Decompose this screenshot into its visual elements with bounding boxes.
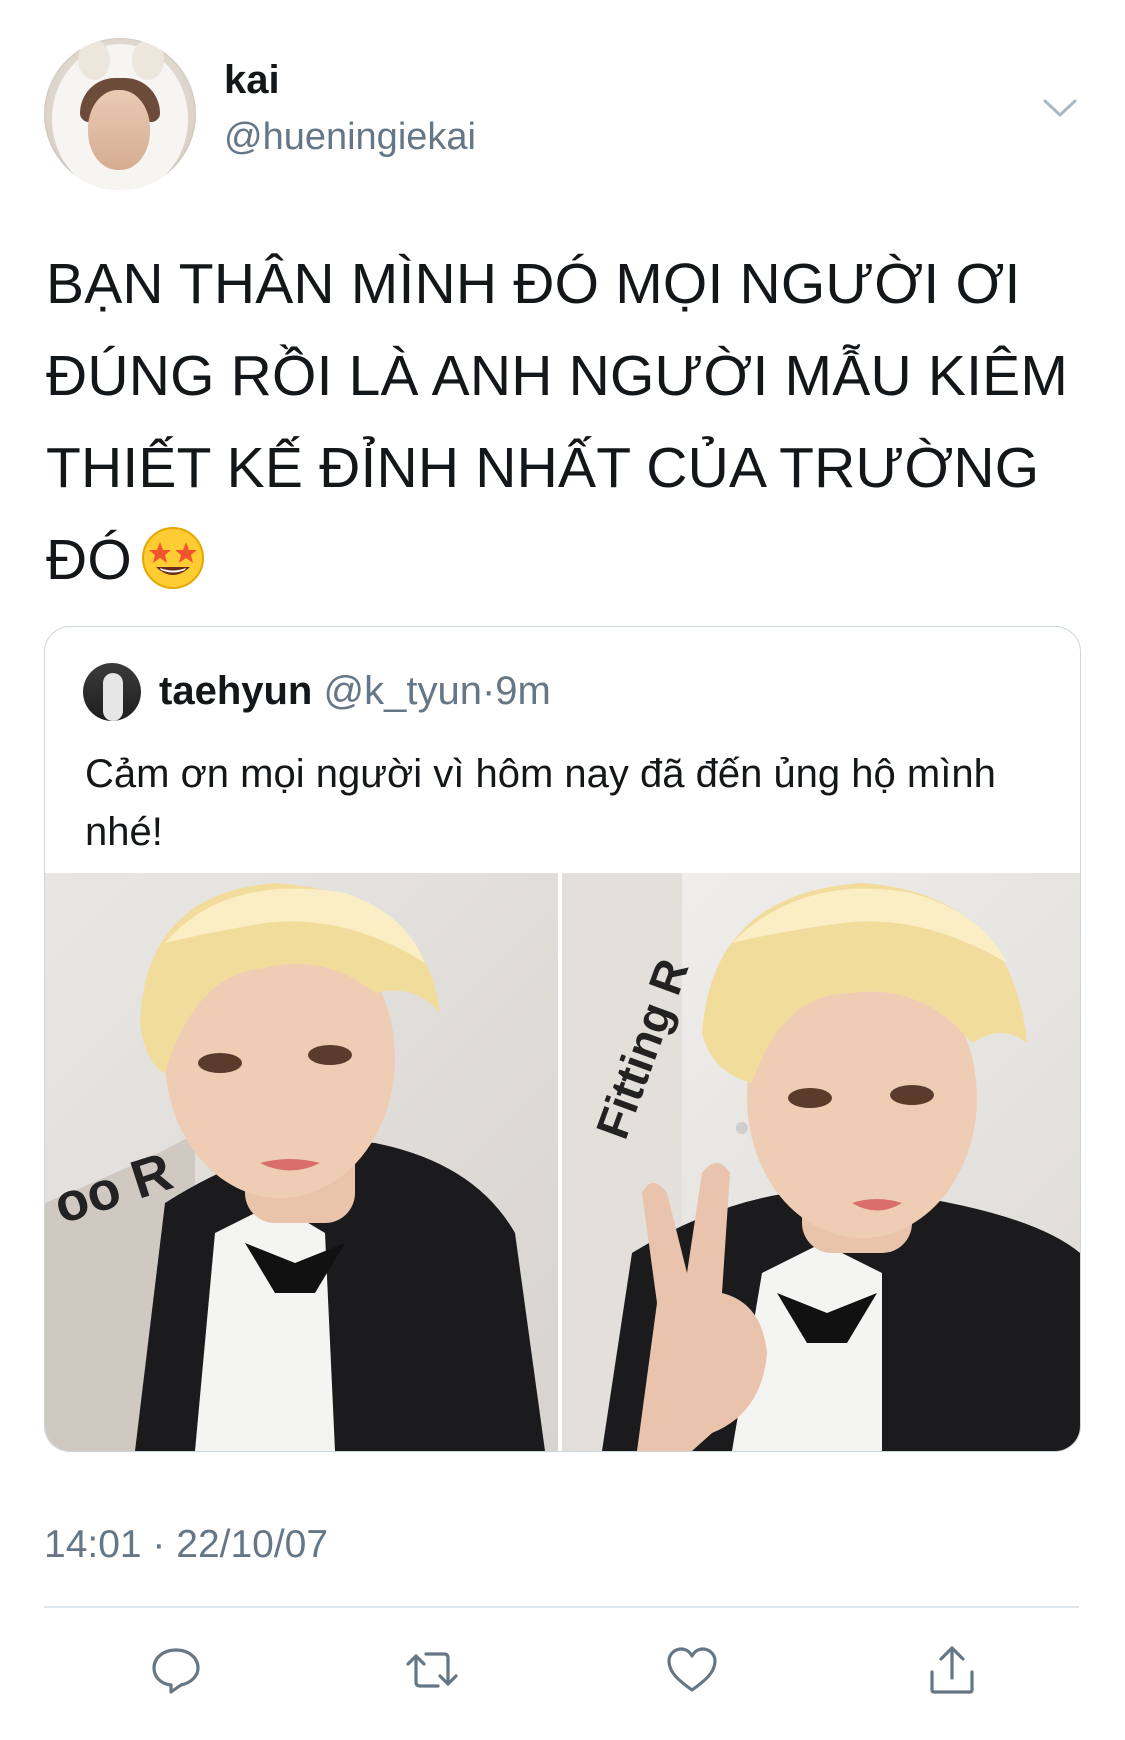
separator-dot: · [481,669,496,713]
reply-icon [152,1648,200,1694]
chevron-down-icon[interactable] [1042,96,1078,120]
avatar-face [88,90,150,170]
quoted-tweet-text: Cảm ơn mọi người vì hôm nay đã đến ủng h… [85,752,996,854]
avatar-ear-left [78,40,110,80]
quoted-tweet-header: taehyun @k_tyun·9m [159,669,551,714]
photo-illustration: Fitting R [562,873,1080,1451]
photo-illustration: oo R [45,883,545,1451]
tweet-timestamp: 14:01 · 22/10/07 [44,1523,329,1566]
quoted-author-handle[interactable]: @k_tyun [323,669,481,713]
tweet-text: BẠN THÂN MÌNH ĐÓ MỌI NGƯỜI ƠI ĐÚNG RỒI L… [46,238,1086,606]
divider [44,1606,1079,1608]
star-struck-emoji-icon [141,527,204,589]
quoted-tweet-card[interactable]: taehyun @k_tyun·9m Cảm ơn mọi người vì h… [44,626,1081,1452]
author-handle[interactable]: @hueningiekai [224,116,476,159]
author-name[interactable]: kai [224,58,280,103]
like-button[interactable] [662,1640,722,1700]
selfie-photo-2[interactable]: Fitting R [562,873,1080,1451]
share-button[interactable] [922,1640,982,1700]
quoted-author-avatar[interactable] [83,663,141,721]
author-avatar[interactable] [44,38,196,190]
quoted-author-name[interactable]: taehyun [159,669,312,713]
reply-button[interactable] [146,1640,206,1700]
quoted-tweet-media: oo R Fitting R [45,873,1080,1451]
like-icon [667,1647,717,1692]
share-icon [930,1646,974,1694]
retweet-icon [406,1652,458,1688]
retweet-button[interactable] [402,1640,462,1700]
selfie-photo-1[interactable]: oo R [45,873,558,1451]
avatar-figure [103,673,123,721]
quoted-tweet-time: 9m [495,669,551,713]
avatar-ear-right [132,40,164,80]
